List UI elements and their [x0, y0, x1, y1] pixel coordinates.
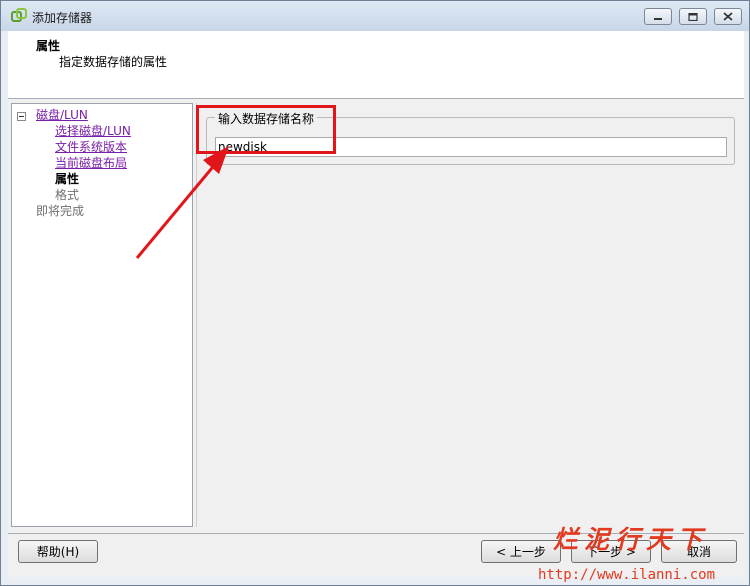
- back-button[interactable]: < 上一步: [481, 540, 561, 563]
- close-button[interactable]: [714, 8, 742, 25]
- close-icon: [723, 12, 733, 21]
- nav-step-format: 格式: [55, 188, 80, 202]
- minimize-icon: [654, 17, 662, 20]
- wizard-footer: 帮助(H) < 上一步 下一步 > 取消: [8, 533, 744, 577]
- datastore-name-input[interactable]: [215, 137, 727, 157]
- properties-panel: 输入数据存储名称: [196, 103, 741, 527]
- minimize-button[interactable]: [644, 8, 672, 25]
- next-button[interactable]: 下一步 >: [571, 540, 651, 563]
- help-button[interactable]: 帮助(H): [18, 540, 98, 563]
- vsphere-logo-icon: [11, 8, 27, 24]
- datastore-name-group: 输入数据存储名称: [206, 110, 735, 165]
- nav-step-disk-lun[interactable]: 磁盘/LUN: [36, 106, 88, 123]
- window-title: 添加存储器: [32, 11, 93, 25]
- nav-step-current-disk-layout[interactable]: 当前磁盘布局: [55, 154, 127, 171]
- cancel-button[interactable]: 取消: [661, 540, 737, 563]
- datastore-name-label: 输入数据存储名称: [215, 110, 318, 127]
- maximize-icon: [688, 12, 698, 21]
- wizard-content: 磁盘/LUN 选择磁盘/LUN 文件系统版本 当前磁盘布局 属性 格式 即将完成…: [8, 99, 744, 533]
- wizard-header: 属性 指定数据存储的属性: [8, 31, 744, 99]
- page-subtitle: 指定数据存储的属性: [59, 55, 168, 69]
- nav-step-file-system-version[interactable]: 文件系统版本: [55, 138, 127, 155]
- maximize-button[interactable]: [679, 8, 707, 25]
- nav-step-properties: 属性: [55, 172, 80, 186]
- collapse-toggle-icon[interactable]: [17, 112, 26, 121]
- add-storage-window: 添加存储器 属性 指定数据存储的属性 磁盘/LUN 选择磁盘/LUN 文件系统版…: [0, 0, 750, 586]
- page-title: 属性: [36, 39, 61, 53]
- wizard-steps-nav: 磁盘/LUN 选择磁盘/LUN 文件系统版本 当前磁盘布局 属性 格式 即将完成: [11, 103, 193, 527]
- nav-step-ready-to-complete: 即将完成: [36, 204, 85, 218]
- nav-step-select-disk[interactable]: 选择磁盘/LUN: [55, 122, 131, 139]
- title-bar[interactable]: 添加存储器: [1, 1, 749, 31]
